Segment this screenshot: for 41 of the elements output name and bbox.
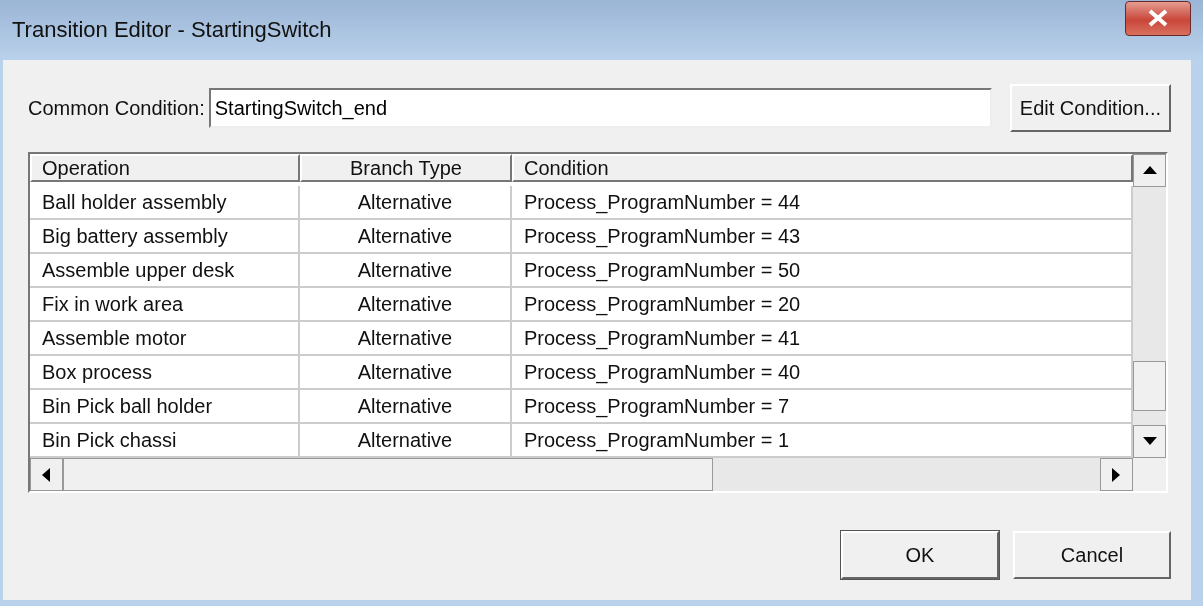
scroll-right-button[interactable]	[1100, 458, 1133, 491]
table-cell: Alternative	[300, 390, 512, 424]
table-cell: Alternative	[300, 288, 512, 322]
table-cell: Bin Pick ball holder	[30, 390, 300, 424]
table-cell: Process_ProgramNumber = 40	[512, 356, 1133, 390]
table-cell: Process_ProgramNumber = 7	[512, 390, 1133, 424]
column-header[interactable]: Branch Type	[300, 154, 512, 183]
table-cell: Alternative	[300, 356, 512, 390]
table-cell: Alternative	[300, 220, 512, 254]
table-cell: Process_ProgramNumber = 44	[512, 186, 1133, 220]
table-cell: Ball holder assembly	[30, 186, 300, 220]
table-cell: Alternative	[300, 186, 512, 220]
cancel-button[interactable]: Cancel	[1013, 531, 1171, 579]
edit-condition-button[interactable]: Edit Condition...	[1009, 84, 1171, 132]
scroll-up-button[interactable]	[1133, 154, 1166, 187]
table-cell: Assemble upper desk	[30, 254, 300, 288]
vertical-scrollbar[interactable]	[1133, 154, 1166, 458]
scroll-down-button[interactable]	[1133, 425, 1166, 458]
table-cell: Process_ProgramNumber = 43	[512, 220, 1133, 254]
column-header[interactable]: Condition	[512, 154, 1133, 183]
table-cell: Process_ProgramNumber = 20	[512, 288, 1133, 322]
common-condition-field[interactable]: StartingSwitch_end	[208, 88, 992, 128]
horizontal-scrollbar[interactable]	[30, 458, 1133, 491]
table-cell: Alternative	[300, 322, 512, 356]
scroll-thumb[interactable]	[1133, 361, 1166, 411]
table-cell: Assemble motor	[30, 322, 300, 356]
scroll-left-button[interactable]	[30, 458, 63, 491]
ok-button[interactable]: OK	[841, 531, 999, 579]
table-cell: Box process	[30, 356, 300, 390]
table-cell: Big battery assembly	[30, 220, 300, 254]
window-title: Transition Editor - StartingSwitch	[12, 17, 332, 43]
common-condition-label: Common Condition:	[28, 96, 205, 120]
table-cell: Process_ProgramNumber = 50	[512, 254, 1133, 288]
table-cell: Process_ProgramNumber = 41	[512, 322, 1133, 356]
table-cell: Fix in work area	[30, 288, 300, 322]
column-header[interactable]: Operation	[30, 154, 300, 183]
close-icon	[1147, 9, 1169, 27]
close-button[interactable]	[1125, 0, 1191, 36]
table-cell: Alternative	[300, 254, 512, 288]
scrollbar-corner	[1133, 458, 1166, 491]
scroll-thumb[interactable]	[63, 458, 713, 491]
